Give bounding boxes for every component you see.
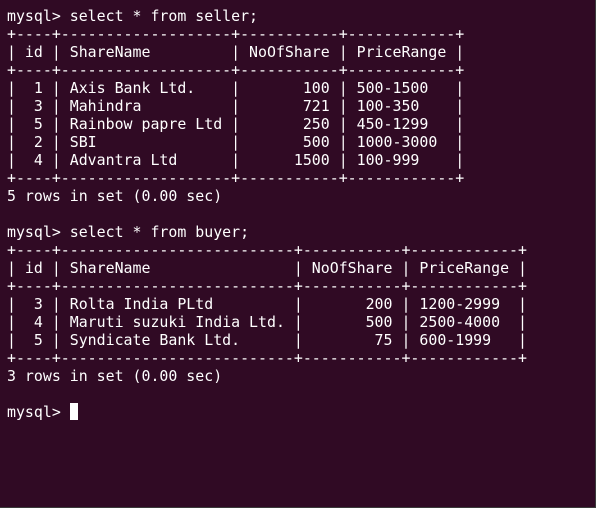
table-row: | 4 | Advantra Ltd | 1500 | 100-999 | xyxy=(7,151,465,169)
table-row: | 5 | Rainbow papre Ltd | 250 | 450-1299… xyxy=(7,115,465,133)
terminal-window[interactable]: mysql> select * from seller; +----+-----… xyxy=(0,0,596,508)
table-border: +----+--------------------------+-------… xyxy=(7,349,527,367)
table-row: | 5 | Syndicate Bank Ltd. | 75 | 600-199… xyxy=(7,331,527,349)
result-summary: 3 rows in set (0.00 sec) xyxy=(7,367,223,385)
table-row: | 2 | SBI | 500 | 1000-3000 | xyxy=(7,133,465,151)
table-row: | 3 | Mahindra | 721 | 100-350 | xyxy=(7,97,465,115)
command-line-seller: mysql> select * from seller; xyxy=(7,7,259,25)
prompt-line[interactable]: mysql> xyxy=(7,403,527,421)
table-border: +----+--------------------------+-------… xyxy=(7,241,527,259)
command-line-buyer: mysql> select * from buyer; xyxy=(7,223,250,241)
table-border: +----+--------------------------+-------… xyxy=(7,277,527,295)
table-row: | 4 | Maruti suzuki India Ltd. | 500 | 2… xyxy=(7,313,527,331)
table-row: | 3 | Rolta India PLtd | 200 | 1200-2999… xyxy=(7,295,527,313)
prompt: mysql> xyxy=(7,403,70,421)
result-summary: 5 rows in set (0.00 sec) xyxy=(7,187,223,205)
table-row: | 1 | Axis Bank Ltd. | 100 | 500-1500 | xyxy=(7,79,465,97)
terminal-output: mysql> select * from seller; +----+-----… xyxy=(7,7,527,421)
table-header: | id | ShareName | NoOfShare | PriceRang… xyxy=(7,259,527,277)
table-border: +----+-------------------+-----------+--… xyxy=(7,25,465,43)
table-header: | id | ShareName | NoOfShare | PriceRang… xyxy=(7,43,465,61)
text-cursor xyxy=(69,403,78,420)
table-border: +----+-------------------+-----------+--… xyxy=(7,169,465,187)
table-border: +----+-------------------+-----------+--… xyxy=(7,61,465,79)
